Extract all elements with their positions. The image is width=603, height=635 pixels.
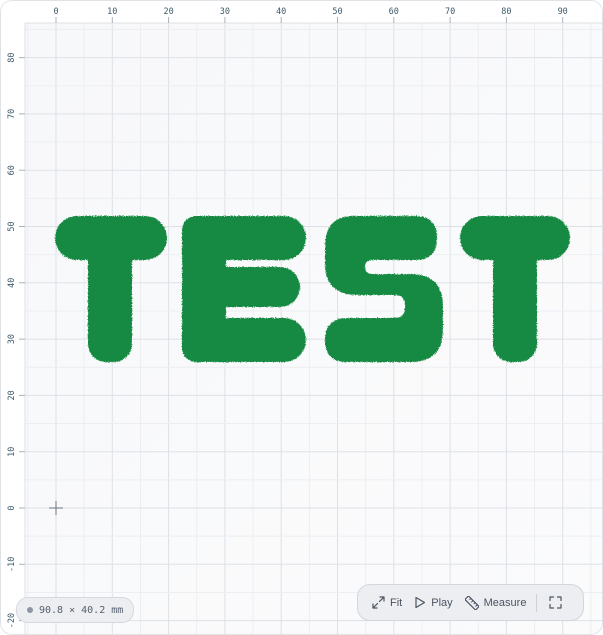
embroidery-preview: 0 10 20 30 40 50 60 70 80 90 80 70 60 50 40 30 20 10 0 -10 -…: [0, 0, 603, 635]
ruler-label-x: 40: [276, 7, 286, 17]
preview-toolbar: Fit Play Measure: [357, 584, 584, 621]
ruler-icon: [464, 595, 479, 610]
measure-label: Measure: [483, 596, 527, 609]
ruler-label-y: 80: [7, 52, 17, 62]
ruler-label-x: 10: [107, 7, 117, 17]
fullscreen-button[interactable]: [543, 590, 568, 616]
ruler-label-y: 60: [7, 165, 17, 175]
letter-e: [182, 216, 306, 362]
play-label: Play: [431, 596, 453, 609]
fullscreen-icon: [549, 596, 563, 609]
ruler-label-y: 30: [7, 334, 17, 344]
ruler-label-x: 50: [332, 7, 342, 17]
ruler-label-y: 50: [7, 221, 17, 231]
ruler-label-y: 40: [7, 278, 17, 288]
dimensions-badge: 90.8 × 40.2 mm: [16, 597, 135, 623]
play-button[interactable]: Play: [408, 590, 458, 616]
ruler-label-x: 20: [163, 7, 173, 17]
ruler-label-x: 60: [389, 7, 399, 17]
dimensions-text: 90.8 × 40.2 mm: [39, 604, 124, 616]
design-canvas[interactable]: 0 10 20 30 40 50 60 70 80 90 80 70 60 50 40 30 20 10 0 -10 -…: [1, 1, 602, 634]
status-dot: [27, 607, 33, 613]
ruler-label-y: 70: [7, 109, 17, 119]
ruler-label-x: 80: [501, 7, 511, 17]
ruler-label-y: 10: [7, 447, 17, 457]
expand-arrows-icon: [372, 596, 385, 609]
letter-s: [325, 216, 443, 362]
ruler-label-y: 20: [7, 390, 17, 400]
ruler-label-y: -20: [7, 613, 17, 628]
ruler-label-y: -10: [7, 557, 17, 572]
ruler-label-x: 90: [558, 7, 568, 17]
toolbar-divider: [536, 593, 538, 612]
ruler-label-y: 0: [7, 505, 17, 510]
ruler-label-x: 30: [220, 7, 230, 17]
fit-button[interactable]: Fit: [366, 590, 408, 616]
play-icon: [414, 596, 426, 609]
fit-label: Fit: [390, 596, 403, 609]
ruler-label-x: 70: [445, 7, 455, 17]
measure-button[interactable]: Measure: [459, 590, 533, 616]
ruler-label-x: 0: [53, 7, 58, 17]
